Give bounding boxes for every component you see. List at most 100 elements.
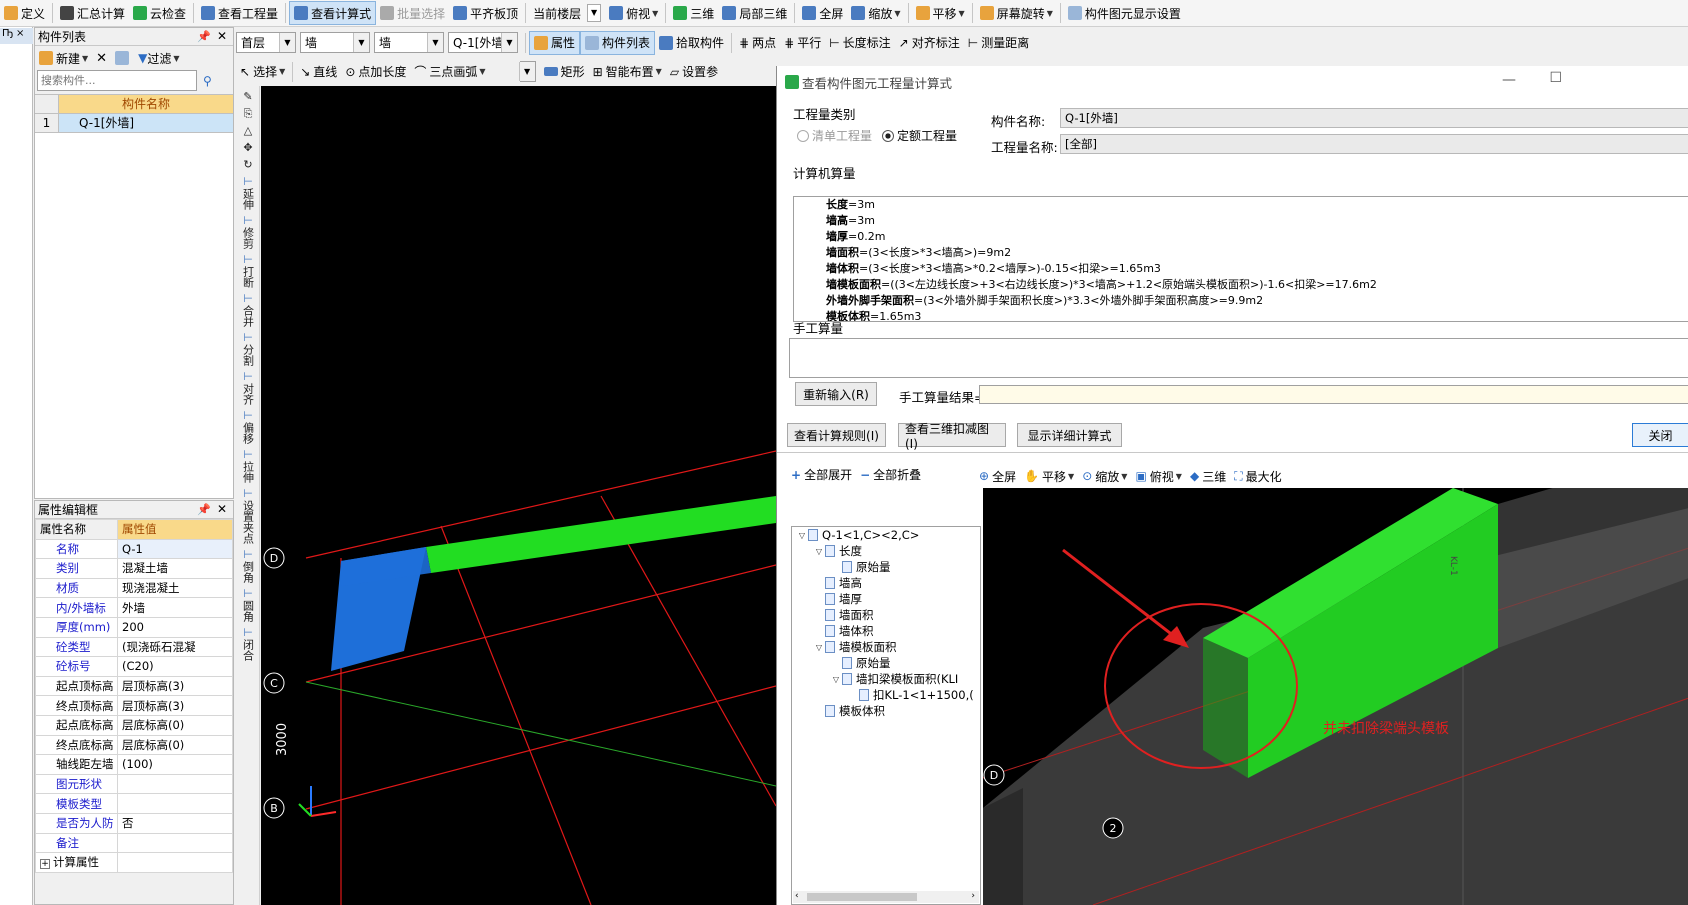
vtool-3[interactable]: ⊢ 合并	[238, 292, 258, 327]
tree-node[interactable]: 墙厚	[792, 591, 980, 607]
vtool-4[interactable]: ⊢ 分割	[238, 331, 258, 366]
delete-icon[interactable]: ✕	[96, 51, 107, 66]
toolbar-item[interactable]: 俯视 ▼	[605, 1, 662, 25]
deduct-3d-button[interactable]: 查看三维扣减图(I)	[898, 422, 1006, 451]
two-point-button[interactable]: ⋕ 两点	[735, 31, 780, 55]
rotate-icon[interactable]: ↻	[238, 158, 258, 171]
close-icon[interactable]: ✕	[217, 29, 227, 43]
point-length-button[interactable]: ⊙ 点加长度	[341, 60, 410, 84]
prop-value-cell[interactable]	[117, 832, 233, 854]
prop-value-cell[interactable]: (100)	[117, 754, 233, 775]
type-select-1[interactable]: 墙 ▼	[300, 32, 370, 53]
prop-row[interactable]: 终点顶标高 层顶标高(3)	[35, 695, 233, 716]
toolbar-item[interactable]: 缩放 ▼	[847, 1, 904, 25]
vtool-2[interactable]: ⊢ 打断	[238, 253, 258, 288]
prop-row[interactable]: 图元形状	[35, 773, 233, 795]
tree-node[interactable]: ▽ 墙模板面积	[792, 639, 980, 655]
attr-button[interactable]: 属性	[529, 30, 581, 55]
prop-row[interactable]: 模板类型	[35, 793, 233, 814]
prop-value-cell[interactable]: 层底标高(0)	[117, 734, 233, 756]
vtool-6[interactable]: ⊢ 偏移	[238, 409, 258, 444]
copy-icon[interactable]	[115, 51, 130, 65]
prop-value-cell[interactable]: 层顶标高(3)	[117, 675, 233, 697]
mirror-icon[interactable]: △	[238, 124, 258, 137]
brush-icon[interactable]: ✎	[238, 90, 258, 103]
vtool-11[interactable]: ⊢ 闭合	[238, 626, 258, 661]
tree-scrollbar[interactable]: ‹ ›	[793, 891, 979, 903]
search-input[interactable]	[37, 70, 197, 91]
prop-row[interactable]: 终点底标高 层底标高(0)	[35, 734, 233, 756]
toolbar-item[interactable]: 云检查	[129, 1, 190, 25]
vtool-5[interactable]: ⊢ 对齐	[238, 370, 258, 405]
prop-row[interactable]: 类别 混凝土墙	[35, 558, 233, 579]
toolbar-item[interactable]: 平齐板顶	[449, 1, 522, 25]
detail-formula-button[interactable]: 显示详细计算式	[1017, 423, 1122, 447]
vtool-1[interactable]: ⊢ 修剪	[238, 214, 258, 249]
prop-row[interactable]: 砼类型 (现浇砾石混凝	[35, 636, 233, 658]
expand-icon[interactable]: +	[40, 859, 50, 870]
prop-value-cell[interactable]: 层顶标高(3)	[117, 695, 233, 716]
prop-value-cell[interactable]: 否	[117, 812, 233, 834]
view-tool-4[interactable]: ◆ 三维	[1186, 464, 1230, 488]
pin-icon[interactable]: 📌	[197, 30, 211, 43]
maximize-icon[interactable]: ☐	[1549, 70, 1562, 86]
toolbar-item[interactable]: 屏幕旋转 ▼	[976, 1, 1057, 25]
tree-node[interactable]: ▽ Q-1<1,C><2,C>	[792, 527, 980, 543]
tree-node[interactable]: 扣KL-1<1+1500,(	[792, 687, 980, 703]
toolbar-item[interactable]: 查看计算式	[289, 1, 377, 25]
tree-node[interactable]: 原始量	[792, 559, 980, 575]
prop-row[interactable]: 名称 Q-1	[35, 538, 233, 560]
tree-node[interactable]: 墙面积	[792, 607, 980, 623]
prop-value-cell[interactable]	[117, 773, 233, 795]
vtool-10[interactable]: ⊢ 圆角	[238, 587, 258, 622]
rect-button[interactable]: 矩形	[540, 60, 589, 84]
floor-select[interactable]: 首层 ▼	[236, 32, 296, 53]
vtool-9[interactable]: ⊢ 倒角	[238, 548, 258, 583]
reinput-button[interactable]: 重新输入(R)	[795, 382, 877, 406]
tree-node[interactable]: ▽ 墙扣梁模板面积(KLI	[792, 671, 980, 687]
toolbar-item[interactable]: 批量选择	[376, 1, 449, 25]
drawing-canvas[interactable]: D C B 3000	[261, 86, 776, 905]
prop-row[interactable]: 是否为人防否	[35, 812, 233, 834]
view-tool-1[interactable]: ✋ 平移 ▼	[1020, 464, 1078, 488]
measure-button[interactable]: ⊢ 测量距离	[964, 31, 1033, 55]
prop-value-cell[interactable]	[117, 852, 233, 873]
deduction-3d-view[interactable]: KL-1 并未扣除梁端头模板 D 2	[983, 488, 1688, 905]
toolbar-item[interactable]: 局部三维	[718, 1, 791, 25]
comp-list-button[interactable]: 构件列表	[580, 30, 656, 55]
radio-quota-qty[interactable]	[882, 129, 895, 142]
prop-row[interactable]: 内/外墙标 外墙	[35, 597, 233, 618]
prop-row[interactable]: 起点顶标高 层顶标高(3)	[35, 675, 233, 697]
toolbar-item[interactable]: 查看工程量	[197, 1, 282, 25]
prop-value-cell[interactable]: (C20)	[117, 656, 233, 677]
parallel-button[interactable]: ⋕ 平行	[780, 31, 825, 55]
tree-toggle-icon[interactable]: ▽	[813, 643, 825, 652]
view-tool-3[interactable]: ▣ 俯视 ▼	[1131, 464, 1186, 488]
tree-toggle-icon[interactable]: ▽	[796, 531, 808, 540]
close-button[interactable]: 关闭	[1632, 423, 1688, 447]
select-button[interactable]: ↖ 选择 ▼	[236, 60, 289, 84]
radio-list-qty[interactable]	[797, 129, 809, 142]
tree-node[interactable]: 墙高	[792, 575, 980, 591]
qty-name-field[interactable]: [全部]	[1060, 134, 1688, 154]
prop-row[interactable]: 材质 现浇混凝土	[35, 577, 233, 599]
component-select[interactable]: Q-1[外墙 ▼	[448, 32, 518, 53]
calc-rule-button[interactable]: 查看计算规则(I)	[787, 423, 886, 447]
tree-node[interactable]: ▽ 长度	[792, 543, 980, 559]
prop-value-cell[interactable]	[117, 793, 233, 814]
qty-tree[interactable]: ▽ Q-1<1,C><2,C> ▽ 长度 原始量 墙高 墙厚 墙面积 墙体积 ▽ 墙模板面积 原始量 ▽…	[791, 526, 981, 905]
line-button[interactable]: ↘ 直线	[296, 60, 341, 84]
prop-row[interactable]: 厚度(mm) 200	[35, 616, 233, 638]
prop-value-cell[interactable]: (现浇砾石混凝	[117, 636, 233, 658]
toolbar-item[interactable]: 定义	[0, 1, 49, 25]
prop-row[interactable]: 轴线距左墙 (100)	[35, 754, 233, 775]
toolbar-item[interactable]: 平移 ▼	[912, 1, 969, 25]
smart-layout-button[interactable]: ⊞ 智能布置 ▼	[589, 60, 666, 84]
set-button[interactable]: ▱ 设置参	[666, 60, 722, 84]
manual-result-field[interactable]	[979, 385, 1688, 404]
prop-value-cell[interactable]: 混凝土墙	[117, 558, 233, 579]
search-icon[interactable]: ⚲	[203, 74, 212, 88]
tree-toggle-icon[interactable]: ▽	[813, 547, 825, 556]
prop-row[interactable]: 备注	[35, 832, 233, 854]
tree-toggle-icon[interactable]: ▽	[830, 675, 842, 684]
